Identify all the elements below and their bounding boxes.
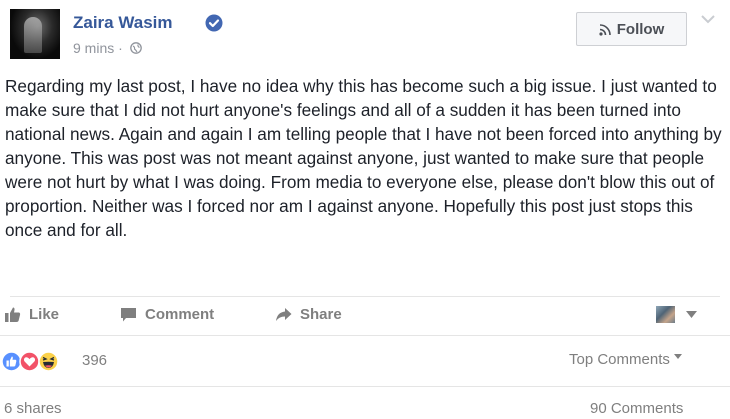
reaction-icons[interactable] bbox=[0, 351, 62, 372]
chevron-down-icon[interactable] bbox=[686, 311, 697, 318]
share-label: Share bbox=[300, 306, 342, 323]
post-header: Zaira Wasim 9 mins · Follow bbox=[10, 9, 720, 59]
haha-reaction-icon bbox=[38, 351, 59, 372]
viewer-avatar[interactable] bbox=[656, 306, 675, 323]
post-timestamp[interactable]: 9 mins bbox=[73, 40, 114, 56]
reaction-count[interactable]: 396 bbox=[82, 352, 107, 369]
action-bar: Like Comment Share bbox=[0, 300, 730, 332]
share-arrow-icon bbox=[276, 308, 292, 321]
follow-button[interactable]: Follow bbox=[576, 12, 687, 46]
top-comments-dropdown[interactable]: Top Comments bbox=[569, 351, 682, 368]
verified-badge-icon bbox=[205, 14, 223, 32]
top-comments-label: Top Comments bbox=[569, 351, 670, 368]
chevron-down-icon[interactable] bbox=[700, 13, 716, 25]
like-button[interactable]: Like bbox=[4, 306, 59, 323]
post-body-text: Regarding my last post, I have no idea w… bbox=[5, 76, 722, 240]
post-meta: 9 mins · bbox=[73, 40, 142, 56]
divider bbox=[0, 386, 730, 387]
meta-separator: · bbox=[118, 40, 123, 56]
comments-count[interactable]: 90 Comments bbox=[590, 400, 683, 417]
comment-label: Comment bbox=[145, 306, 215, 323]
rss-icon bbox=[599, 23, 611, 36]
love-reaction-icon bbox=[19, 351, 40, 372]
comment-button[interactable]: Comment bbox=[120, 306, 214, 323]
like-label: Like bbox=[29, 306, 60, 323]
share-button[interactable]: Share bbox=[275, 306, 342, 323]
comment-bubble-icon bbox=[121, 308, 136, 322]
author-name-link[interactable]: Zaira Wasim bbox=[73, 13, 173, 33]
reactions-row: 396 Top Comments bbox=[0, 340, 730, 384]
divider bbox=[10, 296, 720, 297]
globe-icon bbox=[129, 42, 142, 54]
shares-count[interactable]: 6 shares bbox=[4, 400, 62, 417]
divider bbox=[0, 335, 730, 336]
follow-label: Follow bbox=[616, 20, 665, 38]
author-avatar[interactable] bbox=[10, 9, 60, 59]
thumbs-up-icon bbox=[5, 307, 21, 322]
caret-down-icon bbox=[673, 354, 682, 359]
